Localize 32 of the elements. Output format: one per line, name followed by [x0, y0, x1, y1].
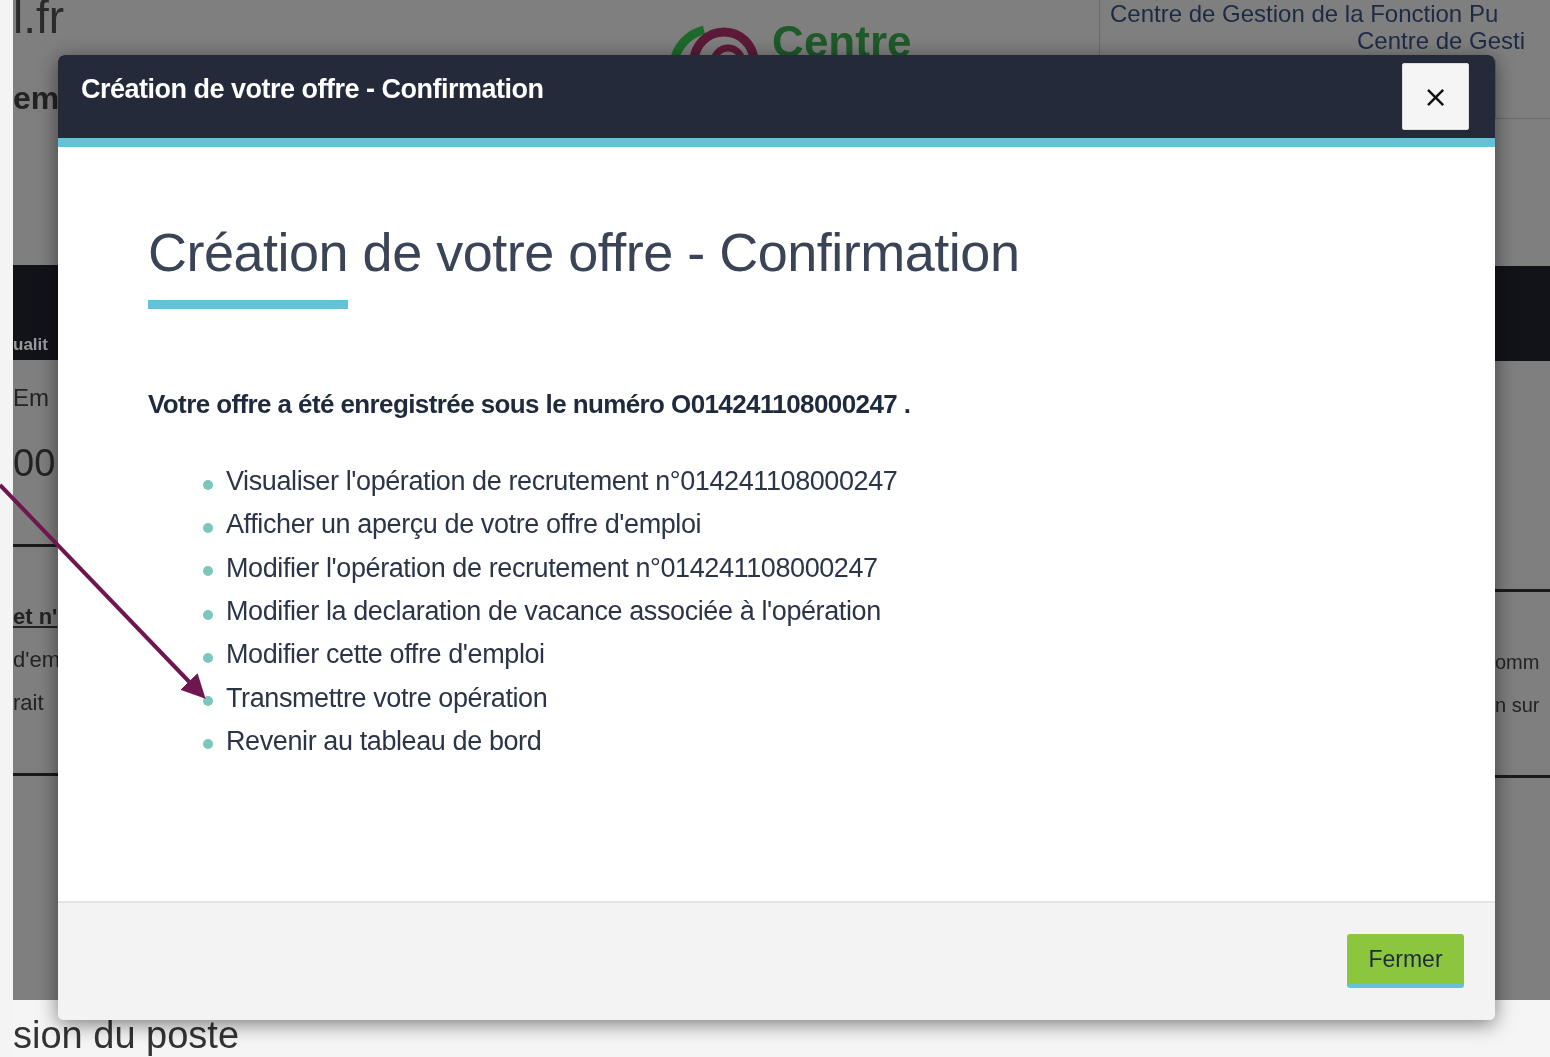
action-link[interactable]: Afficher un aperçu de votre offre d'emploi — [226, 509, 702, 541]
action-link[interactable]: Modifier la declaration de vacance associée à l'opération — [226, 596, 881, 628]
section-heading-fragment: sion du poste — [13, 1013, 240, 1057]
page-heading: Création de votre offre - Confirmation — [148, 221, 1021, 284]
text-fragment: rait — [13, 689, 45, 717]
action-link[interactable]: Visualiser l'opération de recrutement n°014241108000247 — [226, 466, 898, 498]
nav-label-fragment: ualit — [13, 335, 48, 356]
text-fragment: n sur — [1495, 693, 1541, 718]
confirmation-message: Votre offre a été enregistrée sous le numéro O014241108000247 . — [148, 389, 912, 420]
action-link[interactable]: Transmettre votre opération — [226, 682, 548, 714]
text-fragment: d'em — [13, 646, 58, 674]
header-text: Centre de Gestion de la Fonction Pu — [1110, 0, 1500, 28]
bullet-icon — [203, 566, 213, 577]
bullet-icon — [203, 652, 213, 663]
close-button[interactable]: × — [1402, 63, 1469, 130]
link-fragment[interactable]: et n' — [13, 602, 58, 632]
dialog-title: Création de votre offre - Confirmation — [81, 74, 544, 105]
page-heading-fragment: em — [13, 79, 58, 118]
action-link[interactable]: Modifier cette offre d'emploi — [226, 639, 545, 671]
text-fragment: Em — [13, 383, 50, 413]
action-link[interactable]: Revenir au tableau de bord — [226, 725, 542, 757]
bullet-icon — [203, 609, 213, 620]
action-link[interactable]: Modifier l'opération de recrutement n°014241108000247 — [226, 552, 878, 584]
bullet-icon — [203, 739, 213, 750]
bullet-icon — [203, 522, 213, 533]
site-name-fragment: l.fr — [13, 0, 65, 40]
bullet-icon — [203, 696, 213, 707]
number-fragment: 00 — [13, 441, 57, 486]
close-button[interactable]: Fermer — [1347, 934, 1464, 988]
bullet-icon — [203, 479, 213, 490]
text-fragment: omm — [1495, 650, 1541, 675]
header-text: Centre de Gesti — [1356, 28, 1527, 54]
